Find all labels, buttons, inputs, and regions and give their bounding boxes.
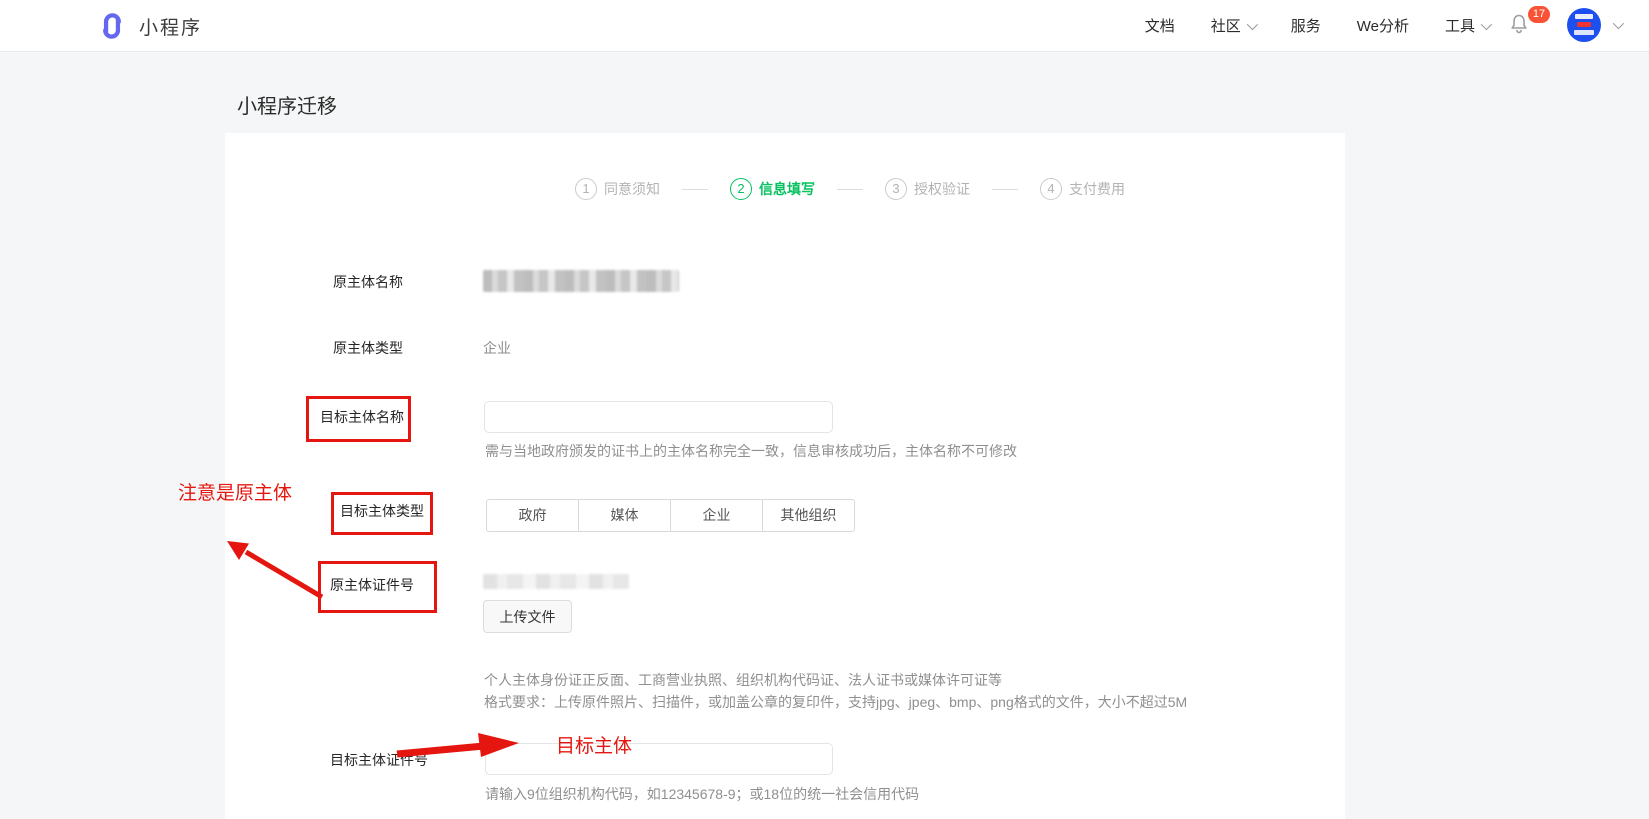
- miniprogram-logo-icon: [95, 9, 129, 43]
- type-option-government[interactable]: 政府: [487, 500, 578, 531]
- original-entity-id-redacted-value: [483, 574, 629, 589]
- brand-name: 小程序: [139, 13, 202, 40]
- annotation-box-target-type-label: [331, 492, 433, 535]
- step-agree-notice: 1 同意须知: [575, 178, 660, 200]
- migration-form-card: 1 同意须知 2 信息填写 3 授权验证 4 支付费用 原主体名称 原主体类型: [225, 133, 1345, 819]
- notifications-button[interactable]: 17: [1507, 12, 1541, 42]
- type-option-enterprise[interactable]: 企业: [670, 500, 762, 531]
- avatar-decoration: [1574, 30, 1594, 35]
- label-target-entity-id: 目标主体证件号: [330, 750, 428, 770]
- brand[interactable]: 小程序: [95, 9, 202, 43]
- annotation-box-target-name-label: [306, 396, 411, 442]
- avatar-decoration: [1577, 22, 1591, 27]
- page-title: 小程序迁移: [237, 90, 337, 119]
- step-pay-fee: 4 支付费用: [1040, 178, 1125, 200]
- annotation-note-target-entity: 目标主体: [556, 731, 632, 758]
- target-entity-id-input[interactable]: [485, 743, 833, 775]
- target-entity-type-selector: 政府 媒体 企业 其他组织: [486, 499, 855, 532]
- type-option-other-org[interactable]: 其他组织: [762, 500, 854, 531]
- nav-item-community[interactable]: 社区: [1211, 15, 1255, 36]
- chevron-down-icon: [1481, 18, 1492, 29]
- nav-item-weanalyse[interactable]: We分析: [1357, 15, 1409, 36]
- nav-item-docs[interactable]: 文档: [1145, 15, 1175, 36]
- target-entity-name-help: 需与当地政府颁发的证书上的主体名称完全一致，信息审核成功后，主体名称不可修改: [485, 440, 1017, 462]
- step-authorize-verify: 3 授权验证: [885, 178, 970, 200]
- original-entity-type-value: 企业: [483, 338, 511, 358]
- step-connector: [992, 189, 1018, 190]
- nav-item-services[interactable]: 服务: [1291, 15, 1321, 36]
- annotation-note-original-entity: 注意是原主体: [178, 478, 292, 505]
- original-entity-name-redacted-value: [483, 270, 679, 292]
- step-fill-info-active: 2 信息填写: [730, 178, 815, 200]
- chevron-down-icon: [1246, 18, 1257, 29]
- certificate-help-line2: 格式要求：上传原件照片、扫描件，或加盖公章的复印件，支持jpg、jpeg、bmp…: [484, 691, 1187, 713]
- type-option-media[interactable]: 媒体: [578, 500, 670, 531]
- page: 小程序 文档 社区 服务 We分析 工具 17 小程序迁移: [0, 0, 1649, 819]
- avatar-decoration: [1575, 14, 1593, 19]
- notification-count-badge: 17: [1528, 6, 1550, 23]
- account-chevron-down-icon[interactable]: [1613, 18, 1624, 29]
- annotation-box-original-id-label: [318, 561, 437, 613]
- avatar[interactable]: [1567, 8, 1601, 42]
- nav-item-tools[interactable]: 工具: [1445, 15, 1489, 36]
- label-original-entity-name: 原主体名称: [333, 272, 403, 292]
- target-entity-id-help: 请输入9位组织机构代码，如12345678-9；或18位的统一社会信用代码: [485, 783, 919, 805]
- target-entity-name-input[interactable]: [484, 401, 833, 433]
- certificate-help-line1: 个人主体身份证正反面、工商营业执照、组织机构代码证、法人证书或媒体许可证等: [484, 669, 1002, 691]
- stepper: 1 同意须知 2 信息填写 3 授权验证 4 支付费用: [575, 178, 1125, 200]
- step-connector: [682, 189, 708, 190]
- label-original-entity-type: 原主体类型: [333, 338, 403, 358]
- upload-file-button[interactable]: 上传文件: [483, 600, 572, 633]
- top-navbar: 小程序 文档 社区 服务 We分析 工具 17: [0, 0, 1649, 52]
- step-connector: [837, 189, 863, 190]
- top-nav-menu: 文档 社区 服务 We分析 工具: [1145, 0, 1489, 51]
